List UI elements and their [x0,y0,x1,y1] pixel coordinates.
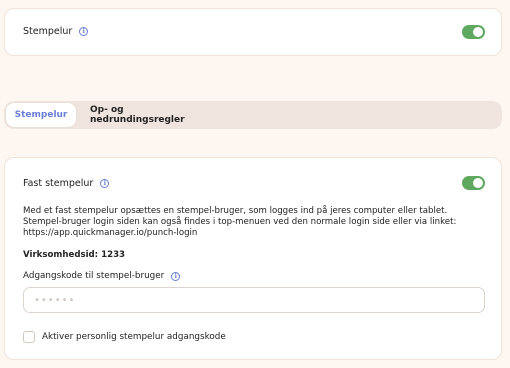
stempelur-setting-row: Stempelur i [23,26,89,37]
info-icon[interactable]: i [79,27,89,36]
password-label-row: Adgangskode til stempel-bruger i [23,271,181,281]
stempelur-toggle[interactable] [462,25,485,39]
fixed-clock-label: Fast stempelur [23,178,94,189]
info-icon[interactable]: i [171,271,181,281]
toggle-knob [473,178,483,188]
fixed-clock-card: Fast stempelur i Med et fast stempelur o… [4,157,502,360]
fixed-clock-row: Fast stempelur i [23,178,110,189]
fixed-clock-description: Med et fast stempelur opsættes en stempe… [23,206,457,238]
personal-password-checkbox-label: Aktiver personlig stempelur adgangskode [42,332,226,342]
tab-stempelur[interactable]: Stempelur [6,103,76,127]
info-icon[interactable]: i [100,179,110,188]
personal-password-checkbox[interactable] [23,331,35,343]
company-id: Virksomhedsid: 1233 [23,250,126,260]
stempelur-setting-label: Stempelur [23,26,73,37]
password-label: Adgangskode til stempel-bruger [23,271,165,281]
toggle-knob [473,27,483,37]
fixed-clock-toggle[interactable] [462,176,485,190]
tab-bar: Stempelur Op- og nedrundingsregler [4,101,502,129]
stempelur-setting-card: Stempelur i [4,8,502,56]
password-input[interactable] [23,287,485,313]
tab-rounding-rules[interactable]: Op- og nedrundingsregler [90,103,205,127]
